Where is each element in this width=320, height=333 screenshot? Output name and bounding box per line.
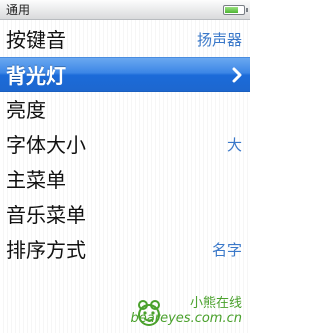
menu-item-sort-by[interactable]: 排序方式 名字 bbox=[0, 232, 250, 267]
menu-item-backlight[interactable]: 背光灯 bbox=[0, 57, 250, 92]
menu-item-label: 亮度 bbox=[6, 98, 46, 122]
screen-title: 通用 bbox=[6, 3, 31, 17]
menu-item-value: 扬声器 bbox=[196, 31, 242, 49]
menu-item-label: 音乐菜单 bbox=[6, 203, 86, 227]
battery-level-fill bbox=[225, 7, 238, 13]
status-bar: 通用 bbox=[0, 0, 250, 20]
chevron-right-icon bbox=[232, 67, 242, 83]
watermark-site-name: 小熊在线 bbox=[189, 296, 242, 311]
battery-icon bbox=[223, 5, 248, 15]
menu-item-key-click[interactable]: 按键音 扬声器 bbox=[0, 22, 250, 57]
ipod-settings-screen: 通用 按键音 扬声器 背光灯 亮度 字体大小 大 主菜单 音乐菜单 排序方式 名… bbox=[0, 0, 250, 333]
site-watermark: 小熊在线 beareyes.com.cn bbox=[130, 296, 244, 330]
menu-item-music-menu[interactable]: 音乐菜单 bbox=[0, 197, 250, 232]
menu-item-label: 按键音 bbox=[6, 28, 66, 52]
menu-item-label: 背光灯 bbox=[6, 64, 66, 88]
menu-item-value: 名字 bbox=[211, 241, 242, 259]
menu-item-font-size[interactable]: 字体大小 大 bbox=[0, 127, 250, 162]
watermark-domain: beareyes.com.cn bbox=[130, 311, 242, 326]
menu-item-main-menu[interactable]: 主菜单 bbox=[0, 162, 250, 197]
menu-item-brightness[interactable]: 亮度 bbox=[0, 92, 250, 127]
menu-item-label: 主菜单 bbox=[6, 168, 66, 192]
menu-item-label: 字体大小 bbox=[6, 133, 86, 157]
menu-item-label: 排序方式 bbox=[6, 238, 86, 262]
menu-item-value: 大 bbox=[226, 136, 242, 154]
settings-menu: 按键音 扬声器 背光灯 亮度 字体大小 大 主菜单 音乐菜单 排序方式 名字 bbox=[0, 22, 250, 267]
